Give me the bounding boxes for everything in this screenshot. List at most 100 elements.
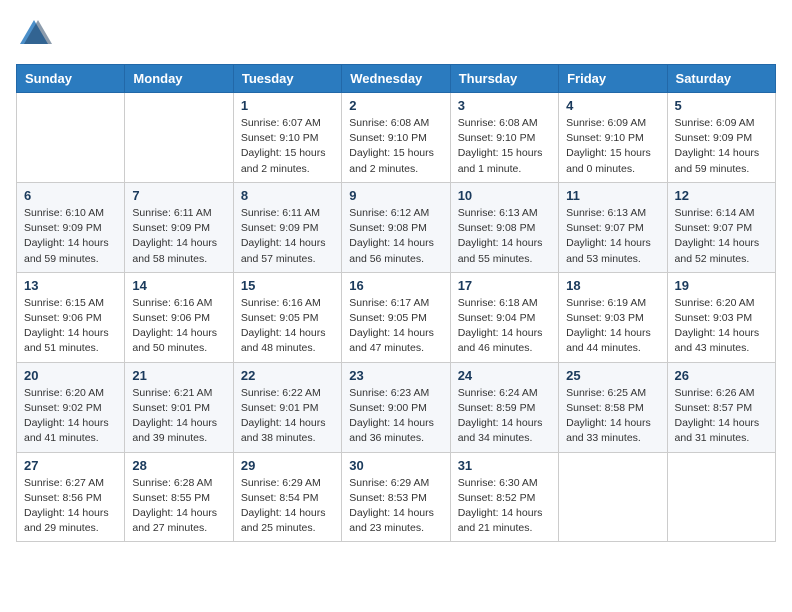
day-info: Sunrise: 6:12 AM Sunset: 9:08 PM Dayligh… [349,206,442,267]
weekday-wednesday: Wednesday [342,65,450,93]
day-cell: 9 Sunrise: 6:12 AM Sunset: 9:08 PM Daylig… [342,182,450,272]
day-cell: 8 Sunrise: 6:11 AM Sunset: 9:09 PM Daylig… [233,182,341,272]
day-number: 31 [458,458,551,473]
week-row-3: 13 Sunrise: 6:15 AM Sunset: 9:06 PM Dayli… [17,272,776,362]
day-info: Sunrise: 6:08 AM Sunset: 9:10 PM Dayligh… [458,116,551,177]
day-cell: 1 Sunrise: 6:07 AM Sunset: 9:10 PM Daylig… [233,93,341,183]
day-number: 26 [675,368,768,383]
day-cell: 24Sunrise: 6:24 AM Sunset: 8:59 PM Dayli… [450,362,558,452]
day-info: Sunrise: 6:24 AM Sunset: 8:59 PM Dayligh… [458,386,551,447]
day-info: Sunrise: 6:16 AM Sunset: 9:05 PM Dayligh… [241,296,334,357]
week-row-5: 27Sunrise: 6:27 AM Sunset: 8:56 PM Dayli… [17,452,776,542]
day-cell: 31 Sunrise: 6:30 AM Sunset: 8:52 PM Dayli… [450,452,558,542]
day-cell: 14 Sunrise: 6:16 AM Sunset: 9:06 PM Dayli… [125,272,233,362]
day-cell: 21 Sunrise: 6:21 AM Sunset: 9:01 PM Dayli… [125,362,233,452]
day-number: 19 [675,278,768,293]
day-info: Sunrise: 6:21 AM Sunset: 9:01 PM Dayligh… [132,386,225,447]
day-number: 13 [24,278,117,293]
day-cell: 25 Sunrise: 6:25 AM Sunset: 8:58 PM Dayli… [559,362,667,452]
day-number: 1 [241,98,334,113]
day-number: 25 [566,368,659,383]
day-cell: 28 Sunrise: 6:28 AM Sunset: 8:55 PM Dayli… [125,452,233,542]
day-cell: 3 Sunrise: 6:08 AM Sunset: 9:10 PM Daylig… [450,93,558,183]
day-cell: 19 Sunrise: 6:20 AM Sunset: 9:03 PM Dayli… [667,272,775,362]
calendar-table: SundayMondayTuesdayWednesdayThursdayFrid… [16,64,776,542]
day-number: 12 [675,188,768,203]
day-info: Sunrise: 6:07 AM Sunset: 9:10 PM Dayligh… [241,116,334,177]
day-info: Sunrise: 6:22 AM Sunset: 9:01 PM Dayligh… [241,386,334,447]
day-cell [559,452,667,542]
day-info: Sunrise: 6:23 AM Sunset: 9:00 PM Dayligh… [349,386,442,447]
day-cell: 30 Sunrise: 6:29 AM Sunset: 8:53 PM Dayli… [342,452,450,542]
day-info: Sunrise: 6:18 AM Sunset: 9:04 PM Dayligh… [458,296,551,357]
day-number: 10 [458,188,551,203]
day-info: Sunrise: 6:11 AM Sunset: 9:09 PM Dayligh… [132,206,225,267]
day-number: 23 [349,368,442,383]
day-cell: 11 Sunrise: 6:13 AM Sunset: 9:07 PM Dayli… [559,182,667,272]
day-info: Sunrise: 6:16 AM Sunset: 9:06 PM Dayligh… [132,296,225,357]
day-number: 22 [241,368,334,383]
weekday-header-row: SundayMondayTuesdayWednesdayThursdayFrid… [17,65,776,93]
day-number: 9 [349,188,442,203]
day-info: Sunrise: 6:09 AM Sunset: 9:09 PM Dayligh… [675,116,768,177]
day-info: Sunrise: 6:11 AM Sunset: 9:09 PM Dayligh… [241,206,334,267]
day-number: 21 [132,368,225,383]
day-cell: 12Sunrise: 6:14 AM Sunset: 9:07 PM Dayli… [667,182,775,272]
day-info: Sunrise: 6:20 AM Sunset: 9:03 PM Dayligh… [675,296,768,357]
day-number: 4 [566,98,659,113]
day-number: 11 [566,188,659,203]
day-info: Sunrise: 6:15 AM Sunset: 9:06 PM Dayligh… [24,296,117,357]
day-cell: 29 Sunrise: 6:29 AM Sunset: 8:54 PM Dayli… [233,452,341,542]
day-info: Sunrise: 6:10 AM Sunset: 9:09 PM Dayligh… [24,206,117,267]
day-cell [17,93,125,183]
day-number: 6 [24,188,117,203]
day-number: 3 [458,98,551,113]
day-cell [667,452,775,542]
day-number: 30 [349,458,442,473]
day-info: Sunrise: 6:30 AM Sunset: 8:52 PM Dayligh… [458,476,551,537]
weekday-sunday: Sunday [17,65,125,93]
day-info: Sunrise: 6:17 AM Sunset: 9:05 PM Dayligh… [349,296,442,357]
day-number: 20 [24,368,117,383]
day-cell: 4 Sunrise: 6:09 AM Sunset: 9:10 PM Daylig… [559,93,667,183]
day-number: 17 [458,278,551,293]
day-cell: 15 Sunrise: 6:16 AM Sunset: 9:05 PM Dayli… [233,272,341,362]
logo-icon [16,16,52,52]
day-info: Sunrise: 6:19 AM Sunset: 9:03 PM Dayligh… [566,296,659,357]
day-info: Sunrise: 6:08 AM Sunset: 9:10 PM Dayligh… [349,116,442,177]
day-info: Sunrise: 6:26 AM Sunset: 8:57 PM Dayligh… [675,386,768,447]
day-info: Sunrise: 6:29 AM Sunset: 8:53 PM Dayligh… [349,476,442,537]
day-cell: 7 Sunrise: 6:11 AM Sunset: 9:09 PM Daylig… [125,182,233,272]
week-row-4: 20 Sunrise: 6:20 AM Sunset: 9:02 PM Dayli… [17,362,776,452]
day-info: Sunrise: 6:09 AM Sunset: 9:10 PM Dayligh… [566,116,659,177]
day-cell: 2 Sunrise: 6:08 AM Sunset: 9:10 PM Daylig… [342,93,450,183]
day-cell: 16 Sunrise: 6:17 AM Sunset: 9:05 PM Dayli… [342,272,450,362]
day-info: Sunrise: 6:28 AM Sunset: 8:55 PM Dayligh… [132,476,225,537]
day-number: 8 [241,188,334,203]
day-cell: 20 Sunrise: 6:20 AM Sunset: 9:02 PM Dayli… [17,362,125,452]
day-cell: 13 Sunrise: 6:15 AM Sunset: 9:06 PM Dayli… [17,272,125,362]
week-row-2: 6 Sunrise: 6:10 AM Sunset: 9:09 PM Daylig… [17,182,776,272]
day-info: Sunrise: 6:25 AM Sunset: 8:58 PM Dayligh… [566,386,659,447]
day-number: 14 [132,278,225,293]
day-number: 5 [675,98,768,113]
day-number: 15 [241,278,334,293]
day-cell: 17 Sunrise: 6:18 AM Sunset: 9:04 PM Dayli… [450,272,558,362]
day-number: 2 [349,98,442,113]
day-info: Sunrise: 6:13 AM Sunset: 9:07 PM Dayligh… [566,206,659,267]
logo [16,16,56,52]
day-cell: 18Sunrise: 6:19 AM Sunset: 9:03 PM Dayli… [559,272,667,362]
day-cell: 27Sunrise: 6:27 AM Sunset: 8:56 PM Dayli… [17,452,125,542]
day-number: 7 [132,188,225,203]
day-number: 27 [24,458,117,473]
day-info: Sunrise: 6:20 AM Sunset: 9:02 PM Dayligh… [24,386,117,447]
day-number: 28 [132,458,225,473]
week-row-1: 1 Sunrise: 6:07 AM Sunset: 9:10 PM Daylig… [17,93,776,183]
weekday-saturday: Saturday [667,65,775,93]
day-number: 16 [349,278,442,293]
calendar-body: 1 Sunrise: 6:07 AM Sunset: 9:10 PM Daylig… [17,93,776,542]
day-number: 29 [241,458,334,473]
day-info: Sunrise: 6:29 AM Sunset: 8:54 PM Dayligh… [241,476,334,537]
page-header [16,16,776,52]
day-cell: 5 Sunrise: 6:09 AM Sunset: 9:09 PM Daylig… [667,93,775,183]
